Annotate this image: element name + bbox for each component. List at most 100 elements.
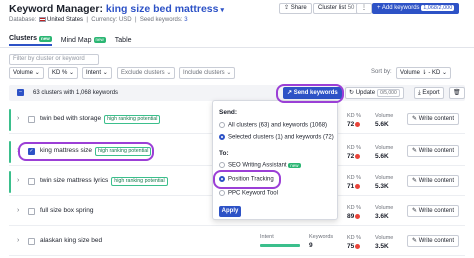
kd-value: 89 <box>347 213 361 220</box>
more-options-button[interactable]: ⋮ <box>356 3 372 14</box>
cluster-row[interactable]: › alaskan king size bed Intent Keywords … <box>9 228 465 256</box>
chevron-down-icon[interactable]: ▾ <box>220 7 224 14</box>
volume-value: 5.6K <box>375 121 389 128</box>
sort-select[interactable]: Volume ⇂ - KD ⌄ <box>396 67 452 79</box>
selected-clusters-option[interactable]: Selected clusters (1) and keywords (72) <box>219 134 334 141</box>
radio-button[interactable] <box>219 122 225 128</box>
write-content-button[interactable]: ✎ Write content <box>407 145 459 157</box>
cluster-list-button[interactable]: Cluster list 50 <box>313 3 360 14</box>
radio-button[interactable] <box>219 190 225 196</box>
currency-label: Currency: USD <box>91 17 132 24</box>
apply-button[interactable]: Apply <box>219 206 241 217</box>
tab-mind-map[interactable]: Mind Map new <box>61 34 106 46</box>
target-label: Position Tracking <box>228 176 274 183</box>
write-content-button[interactable]: ✎ Write content <box>407 175 459 187</box>
download-icon: ⤓ <box>418 90 421 96</box>
tab-clusters[interactable]: Clusters new <box>9 34 52 46</box>
kd-difficulty-dot <box>355 153 361 159</box>
write-content-button[interactable]: ✎ Write content <box>407 113 459 125</box>
pencil-icon: ✎ <box>412 116 418 122</box>
select-all-checkbox[interactable]: – <box>17 89 24 96</box>
cluster-name-text: king mattress size <box>40 147 93 154</box>
cluster-name[interactable]: alaskan king size bed <box>40 237 102 244</box>
row-checkbox[interactable] <box>28 208 35 215</box>
row-checkbox[interactable] <box>28 178 35 185</box>
chevron-right-icon[interactable]: › <box>17 115 19 122</box>
send-keywords-button[interactable]: ↗ Send keywords <box>283 87 342 99</box>
kd-label: KD % <box>347 205 362 211</box>
radio-button[interactable] <box>219 134 225 140</box>
ppc-keyword-tool-option[interactable]: PPC Keyword Tool <box>219 190 278 197</box>
chevron-down-icon: ⌄ <box>226 70 232 76</box>
chevron-right-icon[interactable]: › <box>17 177 19 184</box>
cluster-name[interactable]: full size box spring <box>40 207 93 214</box>
kd-number: 72 <box>347 121 355 128</box>
cluster-name[interactable]: twin size mattress lyrics high ranking po… <box>40 177 168 186</box>
write-content-button[interactable]: ✎ Write content <box>407 205 459 217</box>
title-keyword[interactable]: king size bed mattress <box>106 3 219 15</box>
kd-value: 72 <box>347 121 361 128</box>
delete-button[interactable]: 🗑 <box>449 87 465 99</box>
volume-value: 5.6K <box>375 153 389 160</box>
pencil-icon: ✎ <box>412 178 418 184</box>
row-indicator <box>9 109 11 131</box>
volume-value: 3.6K <box>375 213 389 220</box>
to-heading: To: <box>219 150 229 157</box>
intent-filter-label: Intent <box>86 70 102 76</box>
radio-button[interactable] <box>219 162 225 168</box>
kd-value: 75 <box>347 243 361 250</box>
selected-clusters-label: Selected clusters (1) and keywords (72) <box>228 134 334 141</box>
add-keywords-count: 1,068/2,000 <box>421 5 455 11</box>
kd-filter[interactable]: KD % ⌄ <box>48 67 79 79</box>
all-clusters-option[interactable]: All clusters (63) and keywords (1068) <box>219 122 327 129</box>
tab-label: Table <box>114 36 132 44</box>
include-clusters-filter[interactable]: Include clusters ⌄ <box>179 67 236 79</box>
exclude-clusters-filter[interactable]: Exclude clusters ⌄ <box>117 67 176 79</box>
cluster-name[interactable]: king mattress size high ranking potential <box>40 147 152 156</box>
kd-value: 71 <box>347 183 361 190</box>
new-badge: new <box>288 162 301 168</box>
tab-label: Clusters <box>9 35 38 42</box>
write-content-label: Write content <box>418 116 454 122</box>
row-checkbox[interactable] <box>28 238 35 245</box>
seo-writing-assistant-option[interactable]: SEO Writing Assistant new <box>219 162 301 169</box>
row-checkbox[interactable] <box>28 116 35 123</box>
chevron-right-icon[interactable]: › <box>17 147 19 154</box>
radio-button[interactable] <box>219 176 225 182</box>
share-button[interactable]: ⇪ Share <box>279 3 312 14</box>
export-button[interactable]: ⤓ Export <box>414 87 444 99</box>
row-checkbox[interactable]: ✓ <box>28 148 35 155</box>
update-button[interactable]: ↻ Update 0/5,000 <box>345 87 404 99</box>
cluster-search-input[interactable]: Filter by cluster or keyword <box>9 54 99 65</box>
share-icon: ⇪ <box>284 5 290 11</box>
chevron-right-icon[interactable]: › <box>17 237 19 244</box>
cluster-summary: 63 clusters with 1,068 keywords <box>33 90 119 96</box>
sort-label: Sort by: <box>371 69 392 75</box>
page-meta: Database: United States | Currency: USD … <box>9 17 188 24</box>
database-value: United States <box>47 17 84 24</box>
kd-difficulty-dot <box>355 213 361 219</box>
pencil-icon: ✎ <box>412 148 418 154</box>
page-title: Keyword Manager: king size bed mattress ▾ <box>9 3 224 15</box>
write-content-label: Write content <box>418 238 454 244</box>
intent-filter[interactable]: Intent ⌄ <box>82 67 112 79</box>
kd-label: KD % <box>347 145 362 151</box>
us-flag-icon <box>39 17 47 22</box>
pencil-icon: ✎ <box>412 208 418 214</box>
cluster-name[interactable]: twin bed with storage high ranking potent… <box>40 115 161 124</box>
keywords-count: 9 <box>309 242 313 249</box>
seed-count[interactable]: 3 <box>184 17 187 23</box>
write-content-label: Write content <box>418 178 454 184</box>
write-content-button[interactable]: ✎ Write content <box>407 235 459 247</box>
add-keywords-button[interactable]: + Add keywords 1,068/2,000 <box>372 3 460 14</box>
tab-table[interactable]: Table <box>115 34 132 46</box>
send-arrow-icon: ↗ <box>287 90 293 96</box>
chevron-right-icon[interactable]: › <box>17 207 19 214</box>
refresh-icon: ↻ <box>349 90 355 96</box>
title-prefix: Keyword Manager: <box>9 3 106 15</box>
kd-label: KD % <box>347 235 362 241</box>
intent-bar <box>260 244 300 247</box>
position-tracking-option[interactable]: Position Tracking <box>219 176 274 183</box>
volume-filter[interactable]: Volume ⌄ <box>9 67 44 79</box>
kd-number: 75 <box>347 243 355 250</box>
